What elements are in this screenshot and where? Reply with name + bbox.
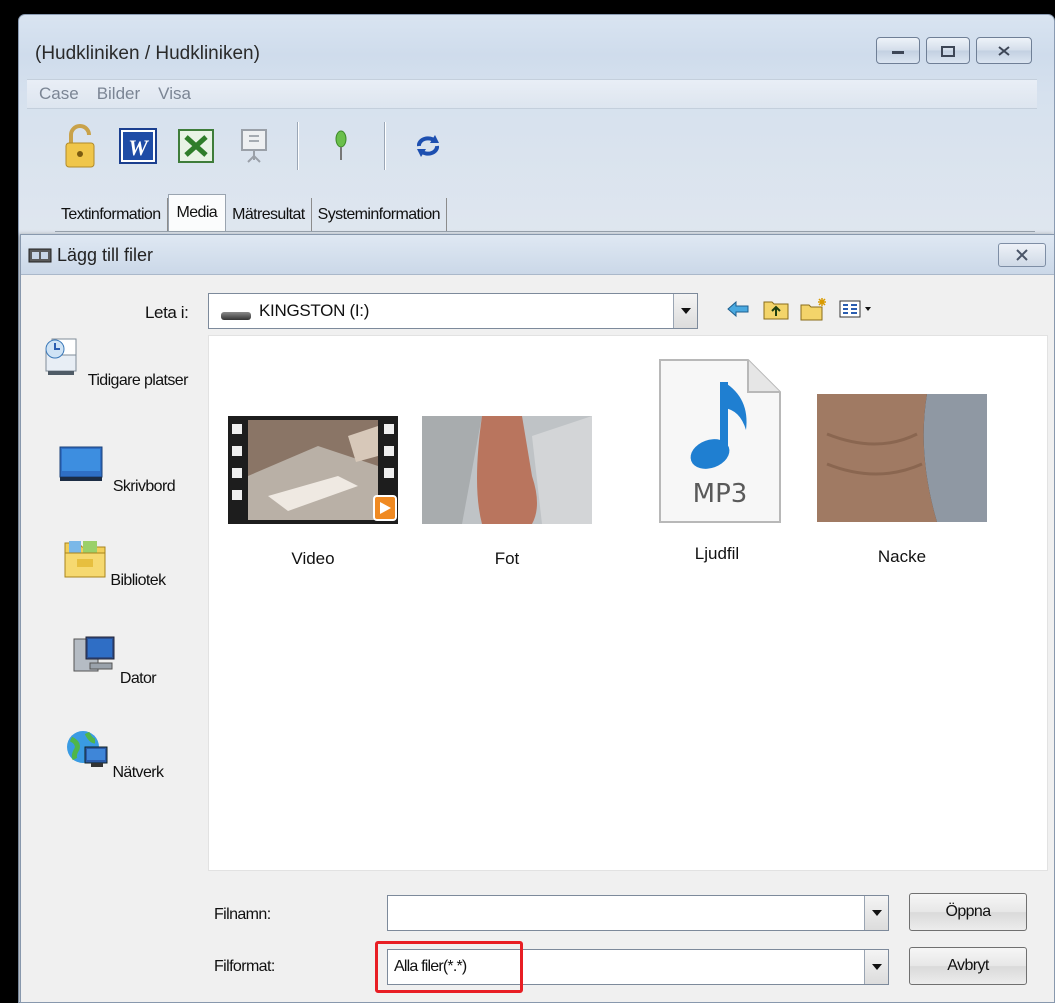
libraries-icon [64,541,106,578]
excel-icon[interactable] [167,119,225,173]
toolbar: W [27,113,1037,179]
place-label: Skrivbord [112,478,176,495]
nav-toolbar [724,295,878,323]
chevron-down-icon[interactable] [673,294,697,328]
add-files-dialog: Lägg till filer Leta i: KINGSTON (I:) Ti… [20,234,1055,1003]
minimize-button[interactable] [876,37,920,64]
word-icon[interactable]: W [109,119,167,173]
pin-icon[interactable] [312,119,370,173]
look-in-dropdown[interactable]: KINGSTON (I:) [208,293,698,329]
file-item-ljudfil[interactable]: MP3 Ljudfil [627,358,807,564]
file-name: Nacke [877,547,927,566]
cancel-button[interactable]: Avbryt [909,947,1027,985]
mp3-badge: MP3 [693,479,748,509]
toolbar-separator [297,122,298,170]
foot-photo-thumbnail [422,416,592,524]
place-desktop[interactable]: Skrivbord [29,441,199,496]
view-menu-icon[interactable] [838,295,878,323]
desktop-icon [59,446,103,481]
file-name: Ljudfil [694,544,740,563]
close-button[interactable] [976,37,1032,64]
presentation-icon[interactable] [225,119,283,173]
file-item-fot[interactable]: Fot [417,416,597,569]
place-libraries[interactable]: Bibliotek [29,535,199,590]
mp3-file-icon: MP3 [659,359,781,523]
file-name: Video [291,549,335,568]
lock-icon[interactable] [51,119,109,173]
menu-case[interactable]: Case [39,84,79,104]
file-item-video[interactable]: Video [223,416,403,569]
tab-strip: Textinformation Media Mätresultat System… [55,192,447,232]
refresh-icon[interactable] [399,119,457,173]
computer-icon [73,636,115,672]
places-bar: Tidigare platser Skrivbord Bibliotek Dat… [29,335,199,855]
file-item-nacke[interactable]: Nacke [807,394,997,567]
filename-label: Filnamn: [214,906,271,923]
place-label: Nätverk [112,764,164,781]
place-recent[interactable]: Tidigare platser [29,335,199,390]
maximize-button[interactable] [926,37,970,64]
place-label: Tidigare platser [87,372,189,389]
open-button[interactable]: Öppna [909,893,1027,931]
place-label: Bibliotek [110,572,166,589]
chevron-down-icon[interactable] [864,950,888,984]
file-name: Fot [494,549,520,568]
file-list[interactable]: Video Fot MP3 Ljudfil Nacke [208,335,1048,871]
neck-photo-thumbnail [817,394,987,522]
toolbar-separator [384,122,385,170]
menu-bilder[interactable]: Bilder [97,84,140,104]
tab-underline [55,231,1035,232]
drive-icon [221,312,251,320]
dialog-close-button[interactable] [998,243,1046,267]
menu-bar: Case Bilder Visa [27,79,1037,109]
dialog-app-icon [28,248,52,263]
recent-places-icon [45,338,77,375]
window-controls [876,37,1032,64]
place-label: Dator [119,670,157,687]
highlight-box [375,941,523,993]
look-in-value: KINGSTON (I:) [259,301,370,320]
tab-media[interactable]: Media [167,194,227,232]
video-thumbnail [228,416,398,524]
place-computer[interactable]: Dator [29,633,199,688]
tab-textinformation[interactable]: Textinformation [55,198,168,232]
look-in-label: Leta i: [145,303,189,322]
dialog-titlebar: Lägg till filer [21,235,1054,275]
menu-visa[interactable]: Visa [158,84,191,104]
svg-text:W: W [128,135,149,160]
tab-systeminformation[interactable]: Systeminformation [312,198,447,232]
back-icon[interactable] [724,295,752,323]
new-folder-icon[interactable] [800,295,828,323]
up-folder-icon[interactable] [762,295,790,323]
place-network[interactable]: Nätverk [29,727,199,782]
network-icon [66,731,108,767]
filetype-label: Filformat: [214,958,275,975]
tab-matresultat[interactable]: Mätresultat [226,198,312,232]
filename-input[interactable] [387,895,889,931]
window-title: (Hudkliniken / Hudkliniken) [35,43,260,64]
dialog-title: Lägg till filer [57,245,154,265]
chevron-down-icon[interactable] [864,896,888,930]
